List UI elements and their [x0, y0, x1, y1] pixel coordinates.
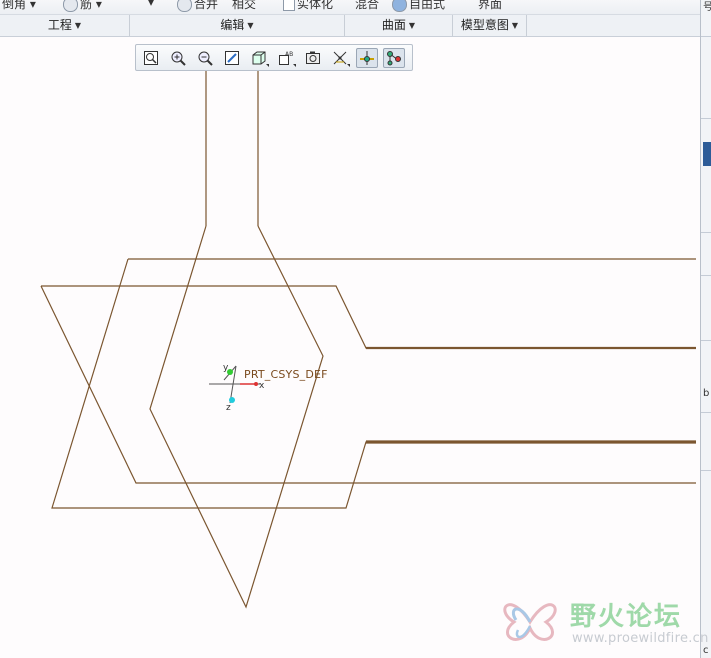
spin-center-button[interactable] [356, 48, 378, 68]
interface-command[interactable]: 界面 [478, 0, 502, 12]
annotation-display-button[interactable] [383, 48, 405, 68]
solidify-icon [283, 0, 295, 11]
model-intent-group-label: 模型意图 [460, 18, 509, 32]
divider [701, 340, 711, 341]
zoom-out-icon [198, 51, 213, 66]
right-panel-text: c [703, 645, 709, 656]
rib-icon [63, 0, 78, 12]
merge-command[interactable]: 合并 [177, 0, 218, 12]
model-edge [40, 285, 696, 484]
repaint-button[interactable] [221, 48, 243, 68]
model-intent-group[interactable]: 模型意图 ▼ [453, 15, 527, 36]
view-manager-icon [306, 51, 320, 64]
chamfer-command[interactable]: 倒角 ▾ [2, 0, 36, 12]
solidify-command[interactable]: 实体化 [283, 0, 333, 12]
freestyle-command[interactable]: 自由式 [392, 0, 445, 12]
freestyle-icon [392, 0, 407, 12]
selected-row-highlight[interactable] [703, 142, 711, 166]
right-panel-text: b [703, 388, 710, 399]
repaint-icon [225, 51, 239, 65]
axis-z-label: z [226, 403, 231, 413]
ribbon: 倒角 ▾ 筋 ▾ ▾ 合并 相交 实体化 混合 自由式 界面 工程 ▼ 编辑 ▼ 曲… [0, 0, 700, 37]
zoom-in-icon [171, 51, 186, 66]
csys-label[interactable]: PRT_CSYS_DEF [244, 368, 328, 381]
datum-display-filters-button[interactable] [329, 48, 351, 68]
refit-button[interactable] [140, 48, 162, 68]
chevron-down-icon: ▼ [74, 21, 82, 30]
blend-command[interactable]: 混合 [355, 0, 379, 12]
rib-command[interactable]: 筋 ▾ [63, 0, 102, 12]
model-edge [149, 225, 324, 609]
chevron-down-icon: ▼ [511, 21, 519, 30]
right-panel-edge: 号 b c [700, 0, 711, 658]
graphics-area[interactable]: PRT_CSYS_DEF y x z [0, 37, 700, 658]
surface-group[interactable]: 曲面 ▼ [345, 15, 453, 36]
saved-orientations-button[interactable]: AB [275, 48, 297, 68]
view-manager-button[interactable] [302, 48, 324, 68]
chevron-down-icon: ▼ [247, 21, 254, 30]
edit-group[interactable]: 编辑 ▼ [130, 15, 345, 36]
annotation-display-icon [387, 51, 401, 66]
divider [701, 412, 711, 413]
zoom-in-button[interactable] [167, 48, 189, 68]
display-style-icon [252, 51, 266, 65]
datum-display-icon [333, 51, 347, 65]
watermark-title: 野火论坛 [570, 602, 683, 632]
chevron-down-icon: ▼ [408, 21, 416, 30]
ribbon-command-row: 倒角 ▾ 筋 ▾ ▾ 合并 相交 实体化 混合 自由式 界面 [0, 0, 700, 15]
spin-center-icon [360, 51, 374, 65]
watermark-logo [503, 603, 557, 641]
divider [701, 275, 711, 276]
divider [701, 118, 711, 119]
engineering-group-label: 工程 [47, 18, 72, 32]
merge-icon [177, 0, 192, 12]
right-panel-text: 号 [703, 2, 711, 13]
model-geometry [40, 44, 696, 609]
divider [701, 470, 711, 471]
surface-group-label: 曲面 [381, 18, 406, 32]
divider [701, 232, 711, 233]
model-edge [41, 285, 696, 349]
divider [701, 36, 711, 37]
ribbon-group-bar: 工程 ▼ 编辑 ▼ 曲面 ▼ 模型意图 ▼ [0, 15, 700, 36]
watermark-url: www.proewildfire.cn [572, 631, 709, 646]
intersect-command[interactable]: 相交 [232, 0, 256, 12]
more-edit-dropdown[interactable]: ▾ [148, 0, 154, 9]
graphics-toolbar: AB [135, 44, 413, 71]
model-edge [51, 258, 696, 509]
zoom-out-button[interactable] [194, 48, 216, 68]
axis-y-label: y [223, 363, 229, 373]
axis-x-label: x [259, 381, 265, 391]
refit-icon [144, 51, 158, 65]
display-style-button[interactable] [248, 48, 270, 68]
saved-orientations-icon: AB [279, 51, 293, 65]
edit-group-label: 编辑 [220, 18, 245, 32]
svg-text:AB: AB [285, 51, 293, 58]
engineering-group[interactable]: 工程 ▼ [0, 15, 130, 36]
